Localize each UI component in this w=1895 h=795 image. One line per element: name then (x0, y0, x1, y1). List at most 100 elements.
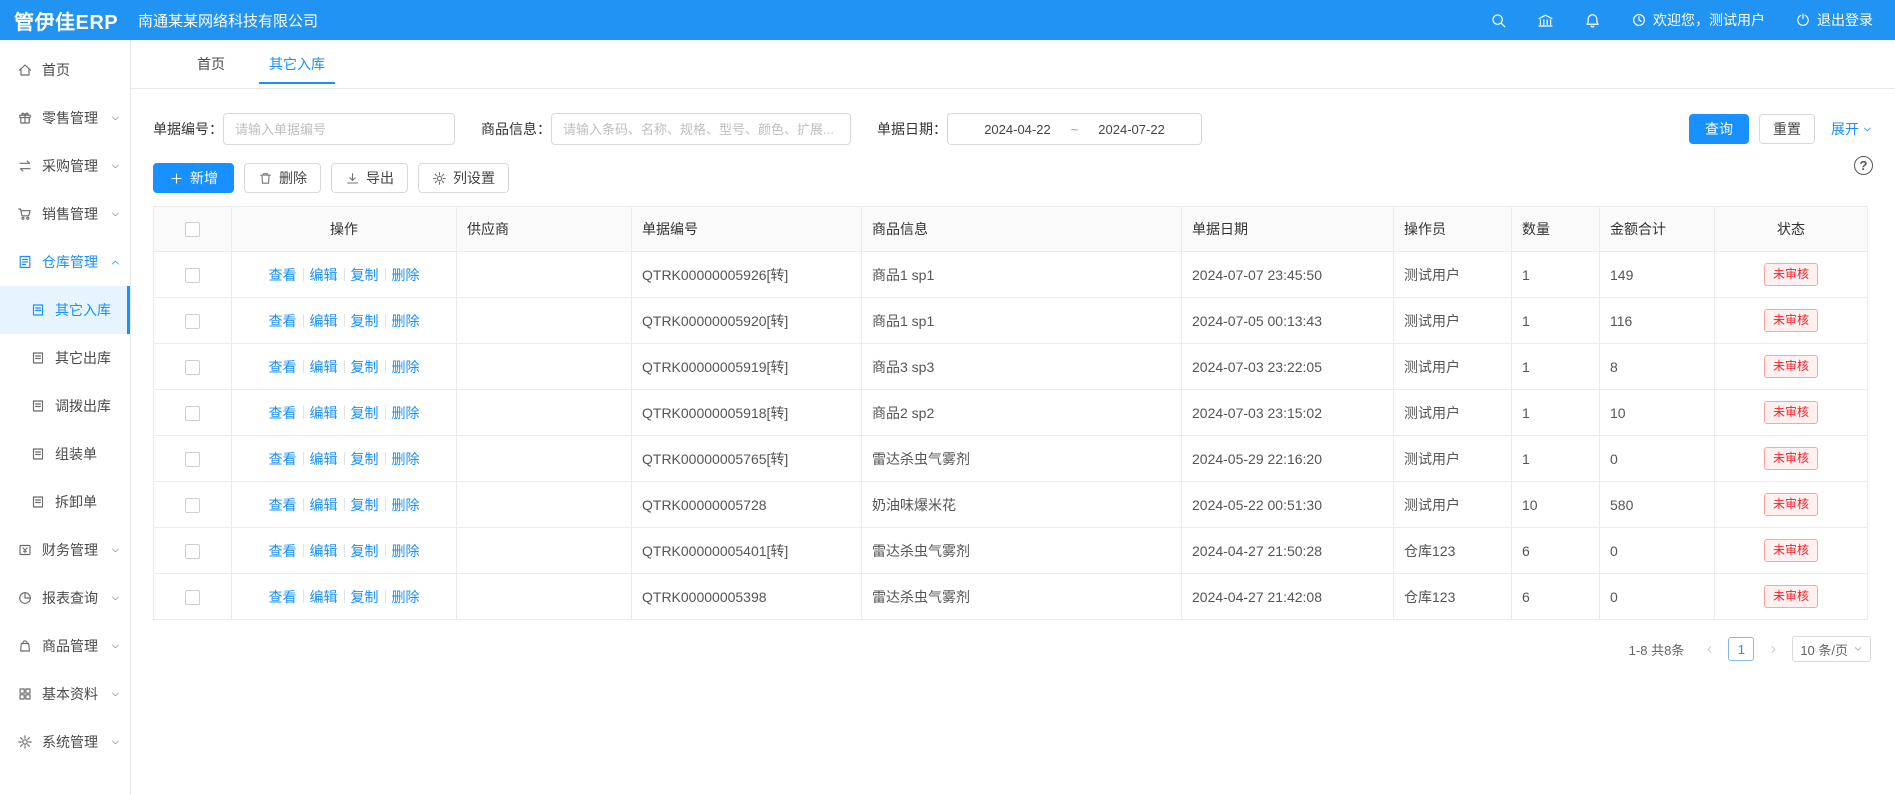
cell-operator: 仓库123 (1394, 574, 1512, 620)
action-view-link[interactable]: 查看 (263, 403, 303, 423)
logout-button[interactable]: 退出登录 (1795, 10, 1873, 30)
status-badge: 未审核 (1764, 309, 1818, 333)
column-header: 单据编号 (632, 207, 862, 252)
date-to[interactable]: 2024-07-22 (1098, 122, 1165, 137)
action-copy-link[interactable]: 复制 (345, 587, 385, 607)
action-view-link[interactable]: 查看 (263, 265, 303, 285)
row-checkbox[interactable] (185, 268, 200, 283)
sidebar-item-10[interactable]: 财务管理 (0, 526, 130, 574)
logout-icon (1795, 12, 1811, 28)
page-size-select[interactable]: 10 条/页 (1792, 636, 1871, 662)
action-delete-link[interactable]: 删除 (386, 449, 426, 469)
cell-operator: 测试用户 (1394, 344, 1512, 390)
action-delete-link[interactable]: 删除 (386, 357, 426, 377)
row-checkbox[interactable] (185, 406, 200, 421)
company-name: 南通某某网络科技有限公司 (138, 10, 318, 31)
action-edit-link[interactable]: 编辑 (304, 265, 344, 285)
column-header: 状态 (1715, 207, 1868, 252)
tab-other-inbound[interactable]: 其它入库 (267, 49, 327, 79)
row-checkbox[interactable] (185, 314, 200, 329)
action-delete-link[interactable]: 删除 (386, 541, 426, 561)
action-edit-link[interactable]: 编辑 (304, 403, 344, 423)
cell-product: 雷达杀虫气雾剂 (862, 574, 1182, 620)
cell-qty: 1 (1512, 252, 1600, 298)
date-from[interactable]: 2024-04-22 (984, 122, 1051, 137)
product-info-input[interactable] (551, 113, 851, 145)
action-view-link[interactable]: 查看 (263, 587, 303, 607)
export-button[interactable]: 导出 (331, 163, 408, 193)
search-button[interactable]: 查询 (1689, 114, 1749, 144)
sidebar-item-9[interactable]: 拆卸单 (0, 478, 130, 526)
cell-amount: 8 (1600, 344, 1715, 390)
bell-icon[interactable] (1584, 12, 1601, 29)
action-edit-link[interactable]: 编辑 (304, 587, 344, 607)
columns-button[interactable]: 列设置 (418, 163, 509, 193)
row-checkbox[interactable] (185, 360, 200, 375)
action-copy-link[interactable]: 复制 (345, 357, 385, 377)
page-number[interactable]: 1 (1728, 637, 1754, 661)
reset-button[interactable]: 重置 (1759, 114, 1815, 144)
row-checkbox[interactable] (185, 452, 200, 467)
tab-bar: 首页 其它入库 (131, 40, 1895, 89)
action-copy-link[interactable]: 复制 (345, 449, 385, 469)
action-edit-link[interactable]: 编辑 (304, 311, 344, 331)
sidebar-item-0[interactable]: 首页 (0, 46, 130, 94)
bank-icon[interactable] (1537, 12, 1554, 29)
row-checkbox[interactable] (185, 590, 200, 605)
sidebar-item-6[interactable]: 其它出库 (0, 334, 130, 382)
action-delete-link[interactable]: 删除 (386, 311, 426, 331)
action-edit-link[interactable]: 编辑 (304, 541, 344, 561)
action-delete-link[interactable]: 删除 (386, 265, 426, 285)
product-info-label: 商品信息： (481, 119, 551, 139)
chevron-down-icon (110, 641, 121, 652)
action-delete-link[interactable]: 删除 (386, 587, 426, 607)
sidebar-item-12[interactable]: 商品管理 (0, 622, 130, 670)
sidebar-item-1[interactable]: 零售管理 (0, 94, 130, 142)
action-edit-link[interactable]: 编辑 (304, 357, 344, 377)
action-copy-link[interactable]: 复制 (345, 403, 385, 423)
sidebar-item-5[interactable]: 其它入库 (0, 286, 130, 334)
sidebar-item-7[interactable]: 调拨出库 (0, 382, 130, 430)
select-all-checkbox[interactable] (185, 222, 200, 237)
tab-home[interactable]: 首页 (195, 49, 227, 79)
action-view-link[interactable]: 查看 (263, 449, 303, 469)
prev-page-button[interactable] (1698, 638, 1720, 660)
order-no-input[interactable] (223, 113, 455, 145)
action-copy-link[interactable]: 复制 (345, 311, 385, 331)
date-range-picker[interactable]: 2024-04-22 ~ 2024-07-22 (947, 113, 1202, 145)
action-delete-link[interactable]: 删除 (386, 495, 426, 515)
search-icon[interactable] (1490, 12, 1507, 29)
expand-link[interactable]: 展开 (1831, 119, 1873, 139)
action-copy-link[interactable]: 复制 (345, 265, 385, 285)
sidebar-item-13[interactable]: 基本资料 (0, 670, 130, 718)
next-page-button[interactable] (1762, 638, 1784, 660)
sidebar-item-2[interactable]: 采购管理 (0, 142, 130, 190)
action-view-link[interactable]: 查看 (263, 311, 303, 331)
sidebar-item-3[interactable]: 销售管理 (0, 190, 130, 238)
action-view-link[interactable]: 查看 (263, 357, 303, 377)
sidebar-item-14[interactable]: 系统管理 (0, 718, 130, 766)
app-logo[interactable]: 管伊佳ERP (0, 6, 128, 35)
action-view-link[interactable]: 查看 (263, 541, 303, 561)
pagination: 1-8 共8条 1 10 条/页 (155, 636, 1871, 662)
row-checkbox[interactable] (185, 498, 200, 513)
sidebar-item-8[interactable]: 组装单 (0, 430, 130, 478)
row-checkbox[interactable] (185, 544, 200, 559)
goods-icon (17, 638, 33, 654)
trash-icon (258, 171, 273, 186)
action-copy-link[interactable]: 复制 (345, 541, 385, 561)
sidebar-item-4[interactable]: 仓库管理 (0, 238, 130, 286)
sidebar-item-11[interactable]: 报表查询 (0, 574, 130, 622)
action-edit-link[interactable]: 编辑 (304, 449, 344, 469)
action-edit-link[interactable]: 编辑 (304, 495, 344, 515)
doc-icon (30, 494, 46, 510)
help-icon[interactable]: ? (1854, 156, 1873, 175)
action-delete-link[interactable]: 删除 (386, 403, 426, 423)
action-copy-link[interactable]: 复制 (345, 495, 385, 515)
delete-button[interactable]: 删除 (244, 163, 321, 193)
add-button[interactable]: 新增 (153, 163, 234, 193)
action-view-link[interactable]: 查看 (263, 495, 303, 515)
sidebar-item-label: 首页 (42, 60, 121, 80)
welcome-user[interactable]: 欢迎您，测试用户 (1631, 10, 1765, 30)
cell-supplier (457, 252, 632, 298)
